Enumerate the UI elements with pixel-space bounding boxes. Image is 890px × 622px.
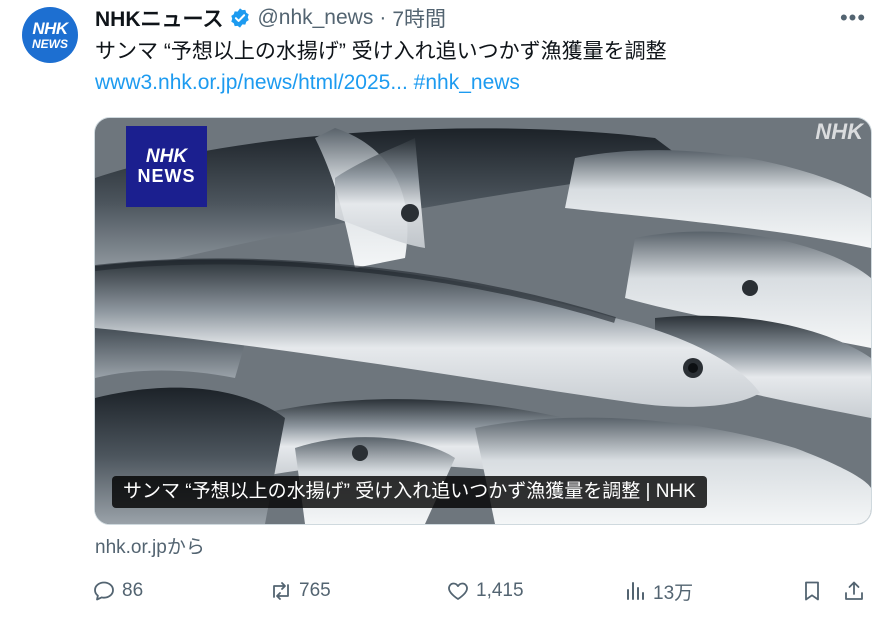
tweet-timestamp[interactable]: 7時間 [392, 3, 446, 33]
nhk-watermark: NHK [815, 119, 863, 144]
like-button[interactable]: 1,415 [446, 575, 524, 607]
article-link[interactable]: www3.nhk.or.jp/news/html/2025... [95, 71, 408, 94]
avatar[interactable]: NHK NEWS [22, 7, 78, 63]
news-logo-text: NEWS [137, 166, 196, 187]
retweet-count: 765 [299, 580, 331, 601]
retweet-button[interactable]: 765 [269, 575, 331, 607]
media-caption: サンマ “予想以上の水揚げ” 受け入れ追いつかず漁獲量を調整 | NHK [112, 476, 707, 508]
verified-badge-icon [231, 8, 250, 28]
tweet[interactable]: NHK NEWS NHKニュース @nhk_news · 7時間 ••• サンマ… [0, 0, 890, 622]
bookmark-button[interactable] [800, 575, 824, 607]
fish-photo [95, 118, 871, 524]
more-options-button[interactable]: ••• [838, 4, 868, 32]
hashtag-link[interactable]: #nhk_news [414, 71, 520, 94]
avatar-logo-news: NEWS [32, 37, 68, 51]
nhk-logo-text: NHK [145, 146, 188, 168]
heart-icon [448, 582, 468, 600]
tweet-links: www3.nhk.or.jp/news/html/2025... #nhk_ne… [95, 69, 520, 97]
reply-button[interactable]: 86 [92, 575, 143, 607]
user-handle[interactable]: @nhk_news [257, 6, 373, 30]
nhk-news-logo: NHK NEWS [126, 126, 207, 207]
separator-dot: · [379, 6, 387, 29]
link-source[interactable]: nhk.or.jpから [95, 532, 205, 559]
bookmark-icon [805, 581, 819, 601]
reply-icon [94, 581, 114, 601]
share-button[interactable] [842, 575, 866, 607]
link-card-media[interactable]: NHK NEWS NHK サンマ “予想以上の水揚げ” 受け入れ追いつかず漁獲量… [94, 117, 872, 525]
reply-count: 86 [122, 580, 144, 601]
views-button[interactable]: 13万 [623, 575, 693, 607]
display-name[interactable]: NHKニュース [95, 3, 223, 33]
bar-chart-icon [627, 582, 644, 600]
like-count: 1,415 [476, 580, 524, 601]
avatar-logo-nhk: NHK [32, 19, 68, 38]
action-bar: 86 765 1,415 13万 [92, 575, 872, 607]
views-count: 13万 [653, 582, 694, 604]
tweet-text: サンマ “予想以上の水揚げ” 受け入れ追いつかず漁獲量を調整 [95, 40, 667, 63]
tweet-header: NHKニュース @nhk_news · 7時間 [95, 4, 446, 32]
retweet-icon [273, 582, 289, 600]
more-dots-icon: ••• [839, 5, 867, 30]
share-icon [845, 581, 863, 600]
